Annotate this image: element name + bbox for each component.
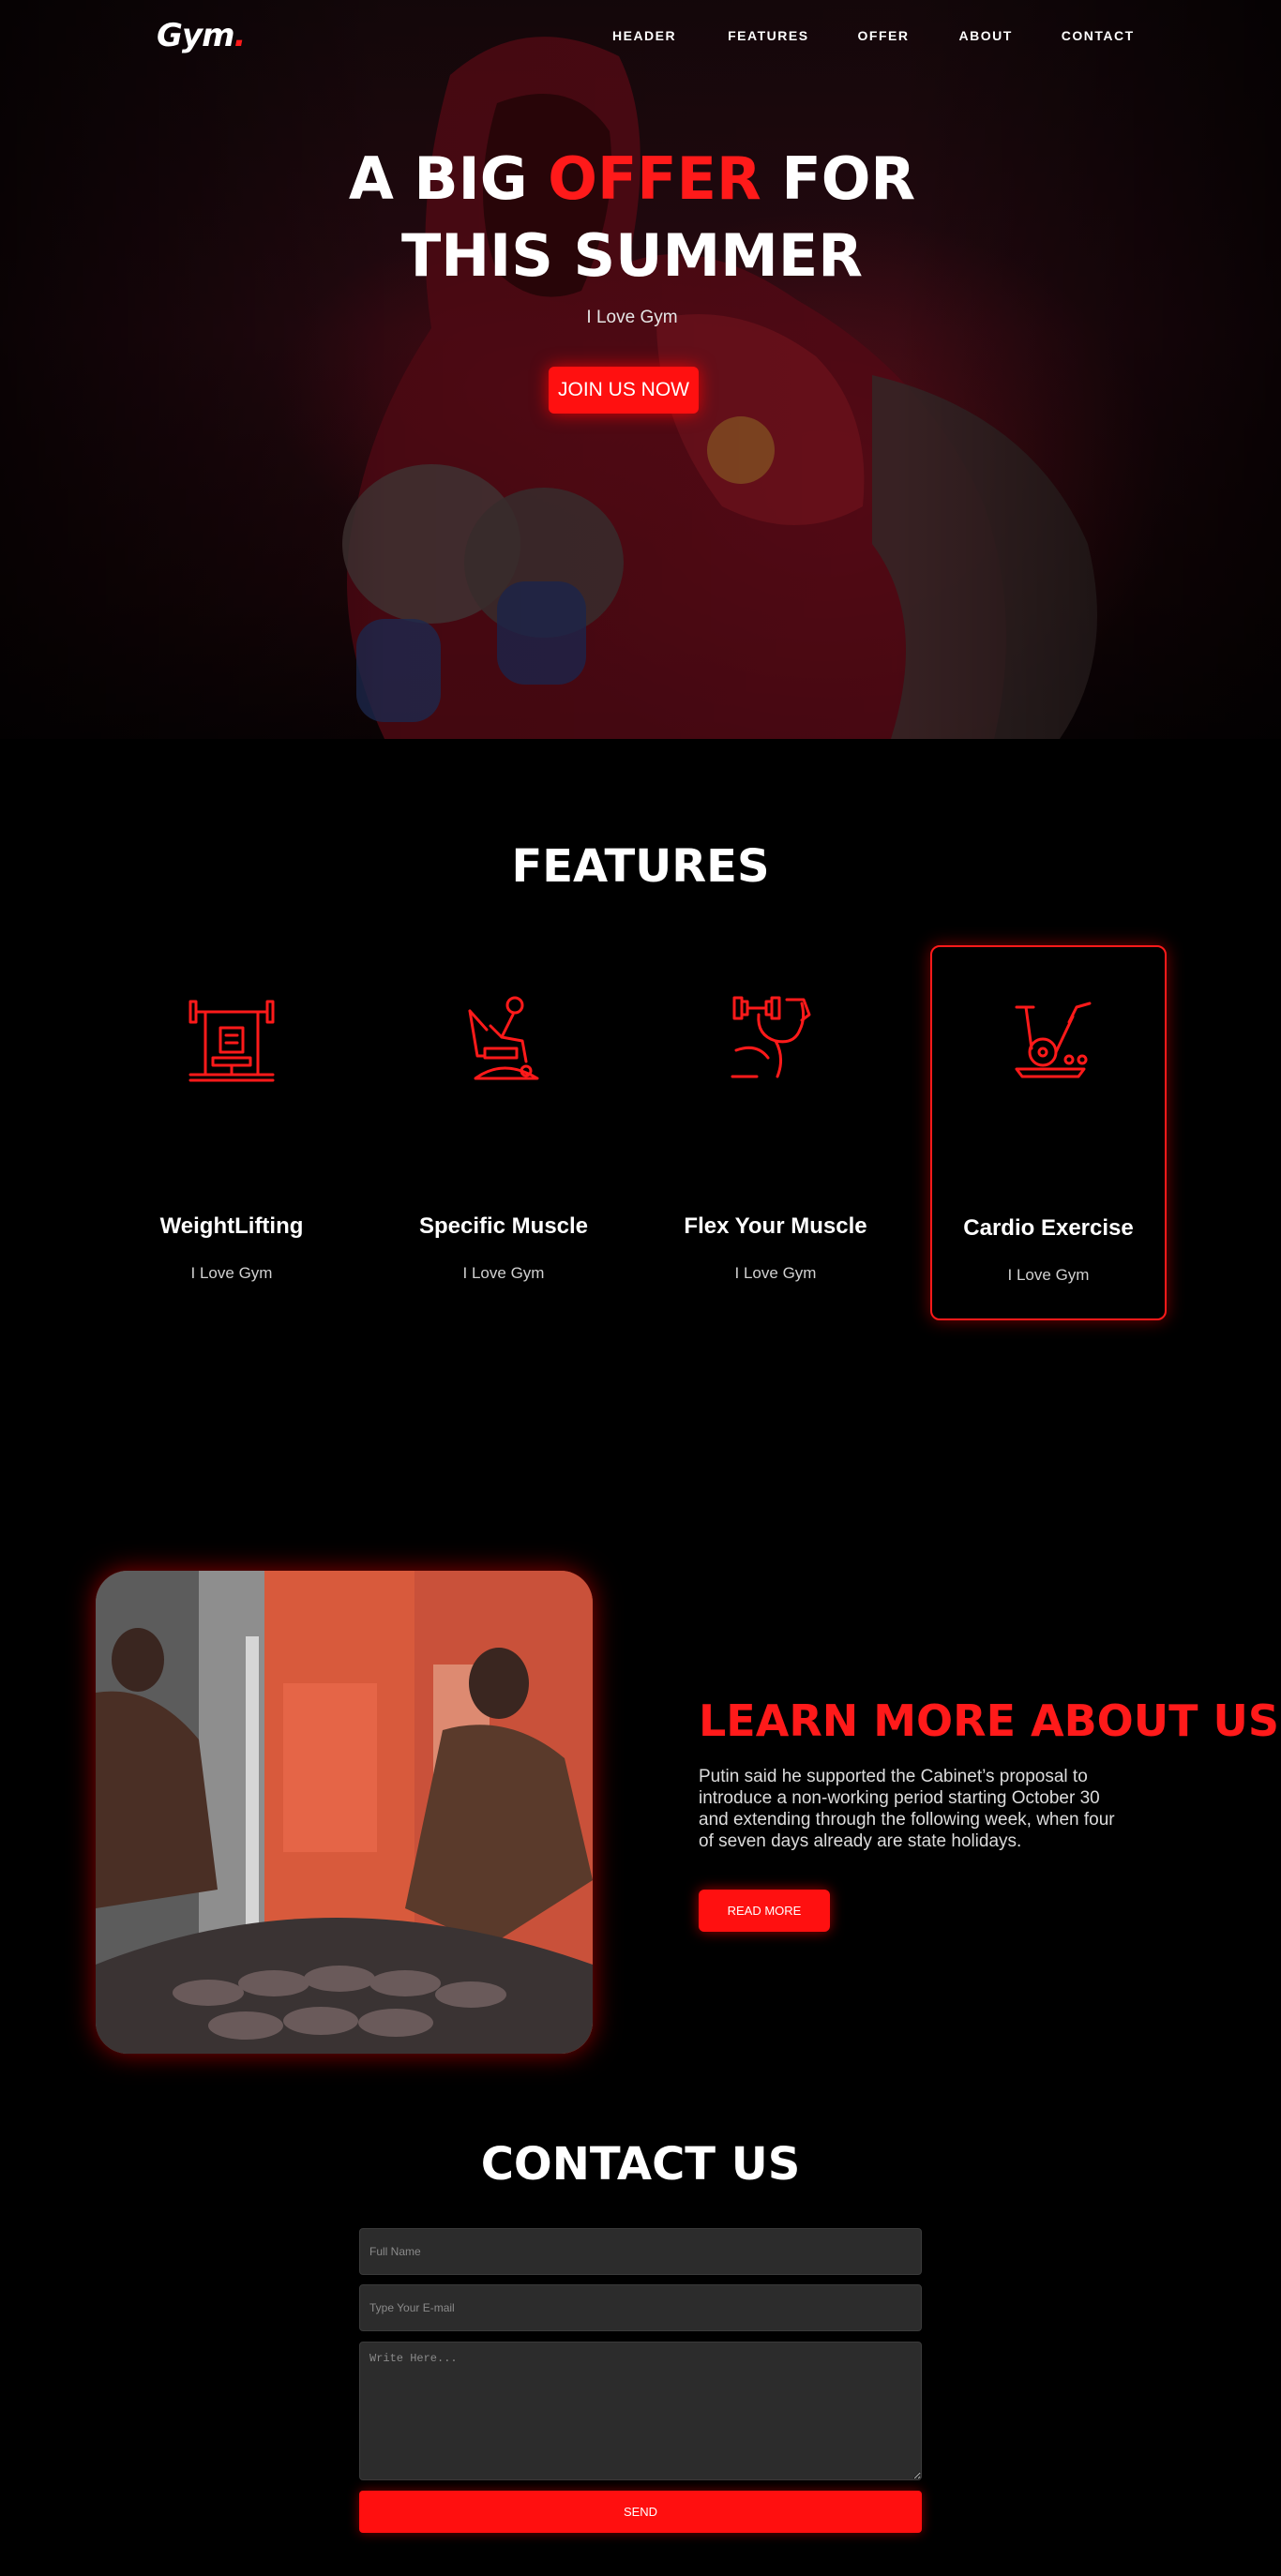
logo-text: Gym [157, 17, 234, 54]
email-input[interactable] [359, 2284, 922, 2331]
feature-name: Flex Your Muscle [684, 1213, 867, 1239]
hero-title-accent: OFFER [548, 144, 761, 213]
nav-link-contact[interactable]: CONTACT [1062, 28, 1135, 43]
exercise-bike-icon [1003, 994, 1097, 1088]
hero-subtitle: I Love Gym [586, 308, 678, 327]
weightlifting-bench-icon [185, 992, 279, 1086]
about-title: LEARN MORE ABOUT US [699, 1695, 1280, 1746]
logo-dot: . [234, 17, 247, 54]
logo[interactable]: Gym. [157, 17, 247, 54]
hero-title: A BIG OFFER FOR THIS SUMMER [0, 141, 1264, 294]
feature-subtitle: I Love Gym [190, 1264, 273, 1282]
feature-name: Cardio Exercise [963, 1215, 1134, 1241]
nav-link-about[interactable]: ABOUT [959, 28, 1013, 43]
read-more-button[interactable]: READ MORE [699, 1890, 830, 1932]
feature-subtitle: I Love Gym [1007, 1266, 1090, 1284]
top-navigation: Gym. HEADER FEATURES OFFER ABOUT CONTACT [0, 0, 1281, 73]
exercise-machine-icon [457, 992, 550, 1086]
feature-card-cardio[interactable]: Cardio Exercise I Love Gym [930, 945, 1167, 1320]
nav-link-header[interactable]: HEADER [612, 28, 676, 43]
feature-card-weightlifting[interactable]: WeightLifting I Love Gym [113, 945, 350, 1320]
nav-link-offer[interactable]: OFFER [858, 28, 910, 43]
hero-title-part2: FOR [761, 144, 916, 213]
features-title: FEATURES [511, 840, 770, 893]
feature-subtitle: I Love Gym [462, 1264, 545, 1282]
hero-title-line2: THIS SUMMER [401, 221, 863, 290]
send-button[interactable]: SEND [359, 2491, 922, 2533]
join-us-button[interactable]: JOIN US NOW [549, 367, 699, 414]
nav-link-features[interactable]: FEATURES [728, 28, 808, 43]
contact-title: CONTACT US [480, 2138, 801, 2191]
hero-title-part1: A BIG [348, 144, 549, 213]
flexing-arm-icon [729, 992, 822, 1086]
feature-card-specific-muscle[interactable]: Specific Muscle I Love Gym [385, 945, 622, 1320]
feature-name: WeightLifting [159, 1213, 304, 1239]
feature-card-flex-muscle[interactable]: Flex Your Muscle I Love Gym [657, 945, 894, 1320]
message-textarea[interactable] [359, 2342, 922, 2480]
full-name-input[interactable] [359, 2228, 922, 2275]
about-image [96, 1571, 593, 2054]
about-text: Putin said he supported the Cabinet’s pr… [699, 1767, 1115, 1851]
nav-links: HEADER FEATURES OFFER ABOUT CONTACT [612, 28, 1135, 43]
hero-section: Gym. HEADER FEATURES OFFER ABOUT CONTACT… [0, 0, 1281, 739]
feature-subtitle: I Love Gym [734, 1264, 817, 1282]
feature-name: Specific Muscle [418, 1213, 589, 1239]
